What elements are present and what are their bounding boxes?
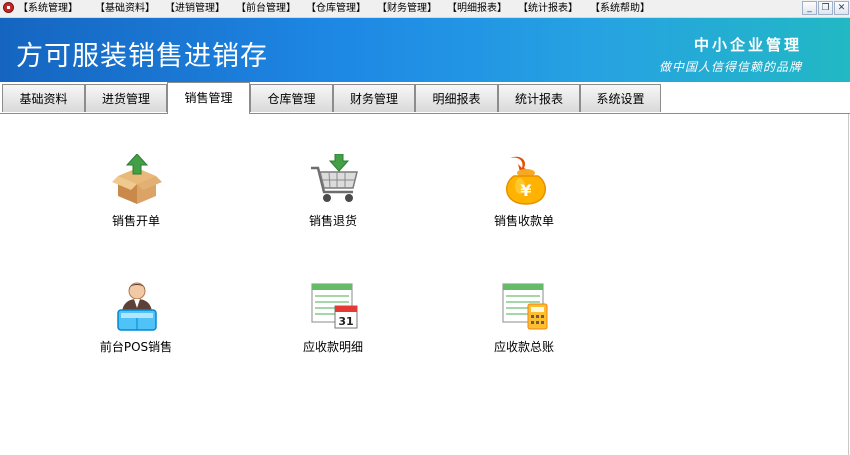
tab-basic-data[interactable]: 基础资料 [2, 84, 85, 112]
tab-finance[interactable]: 财务管理 [333, 84, 415, 112]
function-label: 销售开单 [111, 214, 160, 228]
menu-basic-data[interactable]: 【基础资料】 [95, 2, 155, 15]
svg-text:31: 31 [338, 315, 353, 328]
sales-panel: 销售开单 销售退货 ¥ 销售收款单 前台POS销售 31 应收款明细 应收款总账 [0, 114, 849, 455]
function-label: 销售退货 [308, 214, 357, 228]
menu-finance[interactable]: 【财务管理】 [377, 2, 437, 15]
money-bag-icon: ¥ [505, 156, 547, 205]
menu-purchase-sales[interactable]: 【进销管理】 [165, 2, 225, 15]
sales-order-button[interactable]: 销售开单 [76, 154, 196, 244]
receivable-detail-button[interactable]: 31 应收款明细 [273, 280, 393, 370]
receivable-ledger-button[interactable]: 应收款总账 [464, 280, 584, 370]
menu-system[interactable]: 【系统管理】 [18, 2, 78, 15]
function-label: 销售收款单 [493, 214, 554, 228]
menu-warehouse[interactable]: 【仓库管理】 [306, 2, 366, 15]
brand-slogan-main: 中小企业管理 [693, 36, 802, 54]
calculator-ledger-icon [502, 283, 548, 330]
tab-stat-reports[interactable]: 统计报表 [498, 84, 580, 112]
pos-sales-button[interactable]: 前台POS销售 [76, 280, 196, 370]
app-logo-icon[interactable] [3, 2, 14, 13]
menu-help[interactable]: 【系统帮助】 [590, 2, 650, 15]
menu-front-desk[interactable]: 【前台管理】 [236, 2, 296, 15]
tab-sales[interactable]: 销售管理 [167, 82, 250, 114]
menu-detail-reports[interactable]: 【明细报表】 [447, 2, 507, 15]
close-button[interactable]: ✕ [834, 1, 849, 15]
minimize-button[interactable]: _ [802, 1, 817, 15]
sales-return-button[interactable]: 销售退货 [273, 154, 393, 244]
restore-button[interactable]: ❐ [818, 1, 833, 15]
menu-bar: 【系统管理】 【基础资料】 【进销管理】 【前台管理】 【仓库管理】 【财务管理… [0, 0, 850, 18]
box-upload-icon [112, 154, 162, 204]
cart-return-icon [311, 154, 358, 202]
sales-receipt-button[interactable]: ¥ 销售收款单 [464, 154, 584, 244]
app-title: 方可服装销售进销存 [16, 41, 268, 72]
tab-detail-reports[interactable]: 明细报表 [415, 84, 498, 112]
menu-stat-reports[interactable]: 【统计报表】 [518, 2, 578, 15]
function-label: 应收款总账 [493, 340, 554, 354]
cashier-icon [117, 282, 157, 331]
tab-system-settings[interactable]: 系统设置 [580, 84, 661, 112]
tab-warehouse[interactable]: 仓库管理 [250, 84, 333, 112]
function-label: 前台POS销售 [99, 340, 173, 354]
header-banner: 方可服装销售进销存 中小企业管理 做中国人信得信赖的品牌 [0, 18, 850, 82]
brand-slogan-sub: 做中国人信得信赖的品牌 [658, 60, 802, 74]
svg-text:¥: ¥ [520, 181, 531, 200]
tab-purchase[interactable]: 进货管理 [85, 84, 167, 112]
calendar-ledger-icon: 31 [311, 283, 358, 329]
function-label: 应收款明细 [302, 340, 363, 354]
